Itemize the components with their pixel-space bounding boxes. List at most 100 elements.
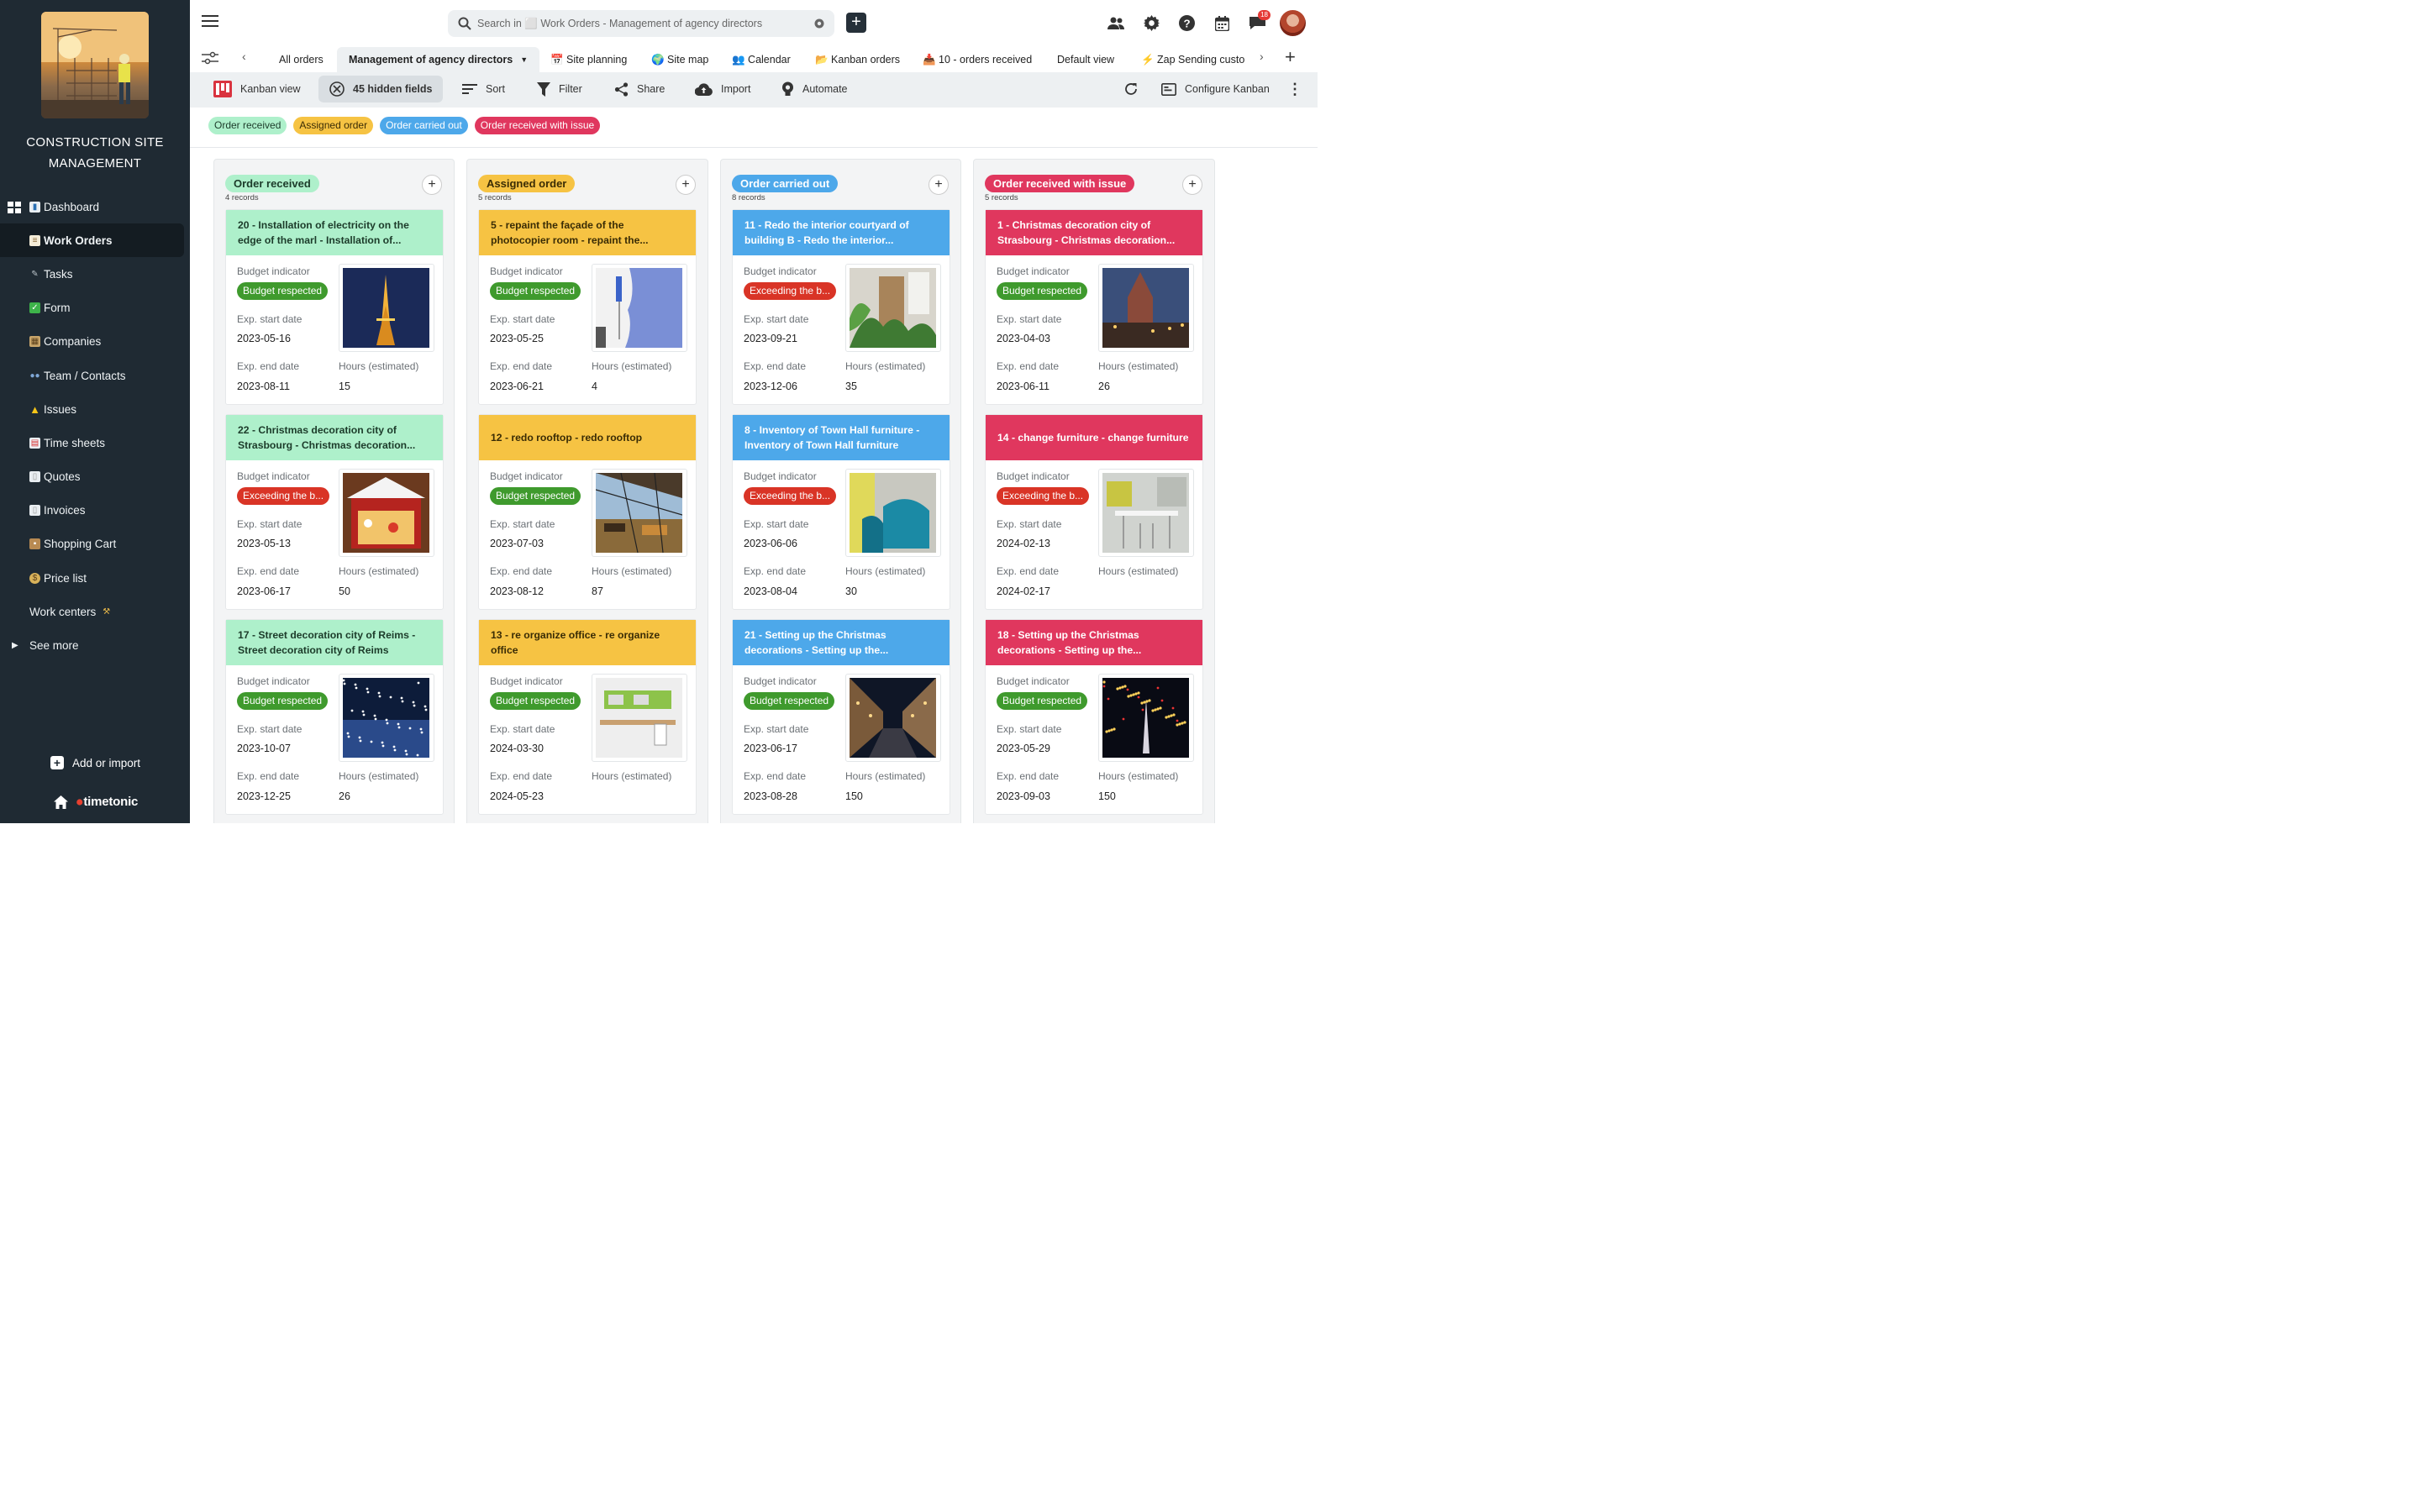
end-date-value: 2023-12-06 <box>744 381 797 392</box>
kanban-card[interactable]: 21 - Setting up the Christmas decoration… <box>732 619 950 815</box>
kanban-card[interactable]: 8 - Inventory of Town Hall furniture - I… <box>732 414 950 610</box>
kanban-card[interactable]: 12 - redo rooftop - redo rooftop Budget i… <box>478 414 697 610</box>
kanban-card[interactable]: 11 - Redo the interior courtyard of buil… <box>732 209 950 405</box>
kanban-card[interactable]: 17 - Street decoration city of Reims - S… <box>225 619 444 815</box>
view-settings-sliders-icon[interactable] <box>202 51 218 65</box>
sidebar-item-label: Work Orders <box>44 234 113 247</box>
sidebar-item-invoices[interactable]: ▯ Invoices <box>0 494 190 528</box>
kanban-card[interactable]: 22 - Christmas decoration city of Strasb… <box>225 414 444 610</box>
chevron-down-icon[interactable]: ▼ <box>520 55 528 64</box>
tabs-next-chevron-icon[interactable]: › <box>1260 50 1264 63</box>
add-view-plus-icon[interactable]: + <box>1285 46 1296 68</box>
legend-chip-order-with-issue[interactable]: Order received with issue <box>474 117 601 134</box>
add-card-button[interactable]: + <box>929 175 949 195</box>
sidebar-see-more[interactable]: ▶ See more <box>0 628 190 662</box>
legend-chip-order-carried-out[interactable]: Order carried out <box>380 117 468 134</box>
home-icon[interactable] <box>54 795 68 809</box>
share-button[interactable]: Share <box>608 76 671 102</box>
sidebar-item-dashboard[interactable]: ▮ Dashboard <box>0 190 190 223</box>
column-record-count: 5 records <box>985 193 1018 202</box>
budget-indicator-label: Budget indicator <box>997 265 1070 277</box>
checkbox-icon: ✓ <box>29 302 40 314</box>
add-card-button[interactable]: + <box>422 175 442 195</box>
sidebar-item-label: Time sheets <box>44 436 106 449</box>
tabs-prev-chevron-icon[interactable]: ‹ <box>242 50 246 63</box>
legend-chip-assigned-order[interactable]: Assigned order <box>293 117 374 134</box>
user-avatar[interactable] <box>1280 10 1306 36</box>
add-or-import-button[interactable]: + Add or import <box>50 756 140 769</box>
tab-default-view[interactable]: Default view <box>1050 47 1121 72</box>
sidebar-item-time-sheets[interactable]: ▤ Time sheets <box>0 426 190 459</box>
sidebar-item-label: Dashboard <box>44 200 100 213</box>
legend-chip-order-received[interactable]: Order received <box>208 117 287 134</box>
street-night-photo <box>850 678 936 758</box>
end-date-label: Exp. end date <box>237 360 300 372</box>
sidebar-item-label: Work centers <box>29 605 97 618</box>
hamburger-menu-icon[interactable] <box>202 15 218 29</box>
budget-status-badge: Budget respected <box>744 692 835 710</box>
kanban-card[interactable]: 14 - change furniture - change furniture… <box>985 414 1203 610</box>
end-date-label: Exp. end date <box>490 565 553 577</box>
filter-button[interactable]: Filter <box>530 76 589 102</box>
tab-site-planning[interactable]: 📅 Site planning <box>544 47 634 72</box>
apps-grid-icon[interactable] <box>8 202 21 213</box>
contacts-icon[interactable] <box>1098 11 1134 36</box>
add-card-button[interactable]: + <box>676 175 696 195</box>
board-divider <box>190 147 1318 148</box>
card-photo <box>339 469 434 557</box>
tab-all-orders[interactable]: All orders <box>272 47 330 72</box>
add-record-button[interactable]: + <box>846 13 866 33</box>
help-icon[interactable]: ? <box>1169 11 1204 36</box>
app-title: CONSTRUCTION SITE MANAGEMENT <box>26 135 164 171</box>
card-photo <box>592 264 687 352</box>
sidebar-item-issues[interactable]: ▲ Issues <box>0 392 190 426</box>
kanban-card[interactable]: 18 - Setting up the Christmas decoration… <box>985 619 1203 815</box>
kanban-view-button[interactable]: Kanban view <box>207 76 308 102</box>
tab-zap-sending[interactable]: ⚡ Zap Sending custo <box>1134 47 1247 72</box>
kanban-card[interactable]: 5 - repaint the façade of the photocopie… <box>478 209 697 405</box>
sidebar-nav: ▮ Dashboard ≡ Work Orders ✎ Tasks ✓ Form… <box>0 190 190 663</box>
sidebar-item-companies[interactable]: ▦ Companies <box>0 325 190 359</box>
kanban-card[interactable]: 13 - re organize office - re organize of… <box>478 619 697 815</box>
configure-kanban-button[interactable]: Configure Kanban <box>1155 76 1276 102</box>
tab-kanban-orders[interactable]: 📂 Kanban orders <box>808 47 907 72</box>
sidebar-item-form[interactable]: ✓ Form <box>0 291 190 325</box>
hours-estimated-label: Hours (estimated) <box>1098 360 1179 372</box>
kanban-card[interactable]: 20 - Installation of electricity on the … <box>225 209 444 405</box>
card-photo <box>845 264 941 352</box>
budget-status-badge: Budget respected <box>997 692 1088 710</box>
sidebar-item-tasks[interactable]: ✎ Tasks <box>0 257 190 291</box>
sidebar-item-quotes[interactable]: ▯ Quotes <box>0 460 190 494</box>
tab-management-of-agency-directors[interactable]: Management of agency directors ▼ <box>337 47 540 72</box>
column-title: Order received <box>225 175 319 192</box>
crane-icon: ⚒ <box>103 606 111 617</box>
sidebar-item-work-centers[interactable]: Work centers ⚒ <box>0 595 190 628</box>
add-card-button[interactable]: + <box>1182 175 1202 195</box>
search-input[interactable]: Search in ⬜ Work Orders - Management of … <box>448 10 834 37</box>
start-date-label: Exp. start date <box>237 723 302 735</box>
hidden-fields-button[interactable]: 45 hidden fields <box>318 76 444 102</box>
automate-button[interactable]: Automate <box>775 76 855 102</box>
kanban-card[interactable]: 1 - Christmas decoration city of Strasbo… <box>985 209 1203 405</box>
more-options-kebab-icon[interactable]: ⋮ <box>1281 76 1309 102</box>
sidebar-item-work-orders[interactable]: ≡ Work Orders <box>0 223 184 258</box>
sidebar-item-price-list[interactable]: $ Price list <box>0 561 190 595</box>
sidebar-item-shopping-cart[interactable]: ▪ Shopping Cart <box>0 528 190 561</box>
chart-icon: ▮ <box>29 201 40 213</box>
hours-estimated-label: Hours (estimated) <box>592 770 672 782</box>
settings-gear-icon[interactable] <box>1134 11 1169 36</box>
import-button[interactable]: Import <box>688 76 757 102</box>
end-date-value: 2023-09-03 <box>997 790 1050 802</box>
sort-button[interactable]: Sort <box>455 76 512 102</box>
tab-10-orders-received[interactable]: 📥 10 - orders received <box>916 47 1039 72</box>
view-tabs: ‹ All orders Management of agency direct… <box>190 45 1318 72</box>
tab-site-map[interactable]: 🌍 Site map <box>644 47 715 72</box>
calendar-icon[interactable] <box>1204 11 1239 36</box>
tab-calendar[interactable]: 👥 Calendar <box>725 47 797 72</box>
sidebar-item-label: Shopping Cart <box>44 538 117 551</box>
sidebar-item-team-contacts[interactable]: ●● Team / Contacts <box>0 359 190 392</box>
messages-icon[interactable]: 18 <box>1239 9 1275 36</box>
document-icon: ▯ <box>29 505 40 517</box>
refresh-icon[interactable] <box>1118 76 1144 102</box>
search-settings-gear-icon[interactable] <box>813 17 826 30</box>
